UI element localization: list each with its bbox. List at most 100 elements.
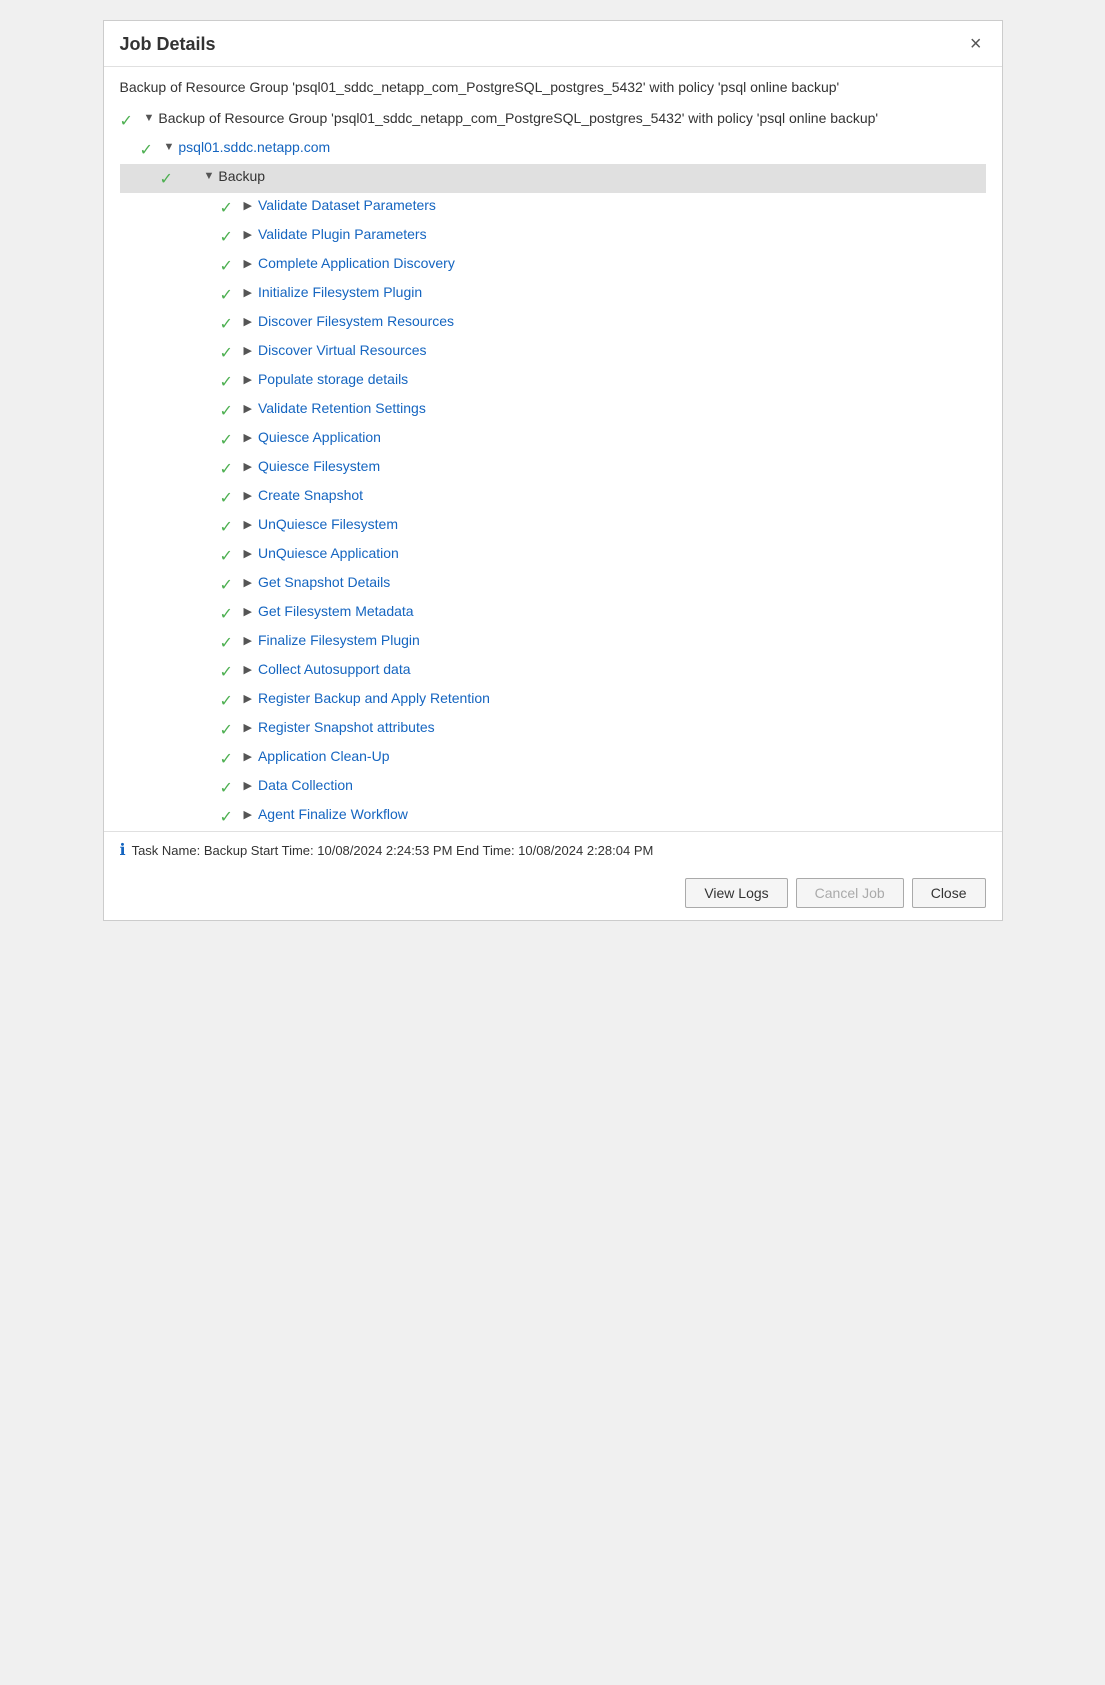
- expand-icon-host[interactable]: ▼: [164, 141, 175, 153]
- expand-icon-task[interactable]: ▶: [244, 257, 252, 270]
- check-icon-task: ✓: [220, 198, 238, 218]
- task-item: ✓▶Populate storage details: [120, 367, 986, 396]
- tree-root: ✓ ▼ Backup of Resource Group 'psql01_sdd…: [120, 106, 986, 135]
- expand-icon-task[interactable]: ▶: [244, 750, 252, 763]
- task-item: ✓ ▶ Finalize Filesystem Plugin: [120, 628, 986, 657]
- check-icon-task: ✓: [220, 227, 238, 247]
- task-label: Data Collection: [258, 777, 353, 793]
- check-icon-task: ✓: [220, 691, 238, 711]
- expand-icon-task[interactable]: ▶: [244, 199, 252, 212]
- check-icon-task: ✓: [220, 314, 238, 334]
- dialog-footer: ℹ Task Name: Backup Start Time: 10/08/20…: [104, 831, 1002, 868]
- expand-icon-root[interactable]: ▼: [144, 112, 155, 124]
- task-label: Discover Virtual Resources: [258, 342, 427, 358]
- expand-icon-task[interactable]: ▶: [244, 286, 252, 299]
- task-item: ✓ ▶ Validate Retention Settings: [120, 396, 986, 425]
- expand-icon-task[interactable]: ▶: [244, 779, 252, 792]
- task-label: Register Backup and Apply Retention: [258, 690, 490, 706]
- check-icon-task: ✓: [220, 256, 238, 276]
- expand-icon-task[interactable]: ▶: [244, 431, 252, 444]
- expand-icon-task[interactable]: ▶: [244, 721, 252, 734]
- task-item: ✓ ▶ Discover Virtual Resources: [120, 338, 986, 367]
- task-label: Validate Dataset Parameters: [258, 197, 436, 213]
- check-icon-task: ✓: [220, 430, 238, 450]
- task-item: ✓▶UnQuiesce Application: [120, 541, 986, 570]
- host-label: psql01.sddc.netapp.com: [178, 139, 330, 155]
- task-item: ✓ ▶ Create Snapshot: [120, 483, 986, 512]
- task-label: Finalize Filesystem Plugin: [258, 632, 420, 648]
- task-label: Collect Autosupport data: [258, 661, 411, 677]
- task-label: Get Snapshot Details: [258, 574, 390, 590]
- check-icon-task: ✓: [220, 459, 238, 479]
- task-item: ✓ ▶ Validate Dataset Parameters: [120, 193, 986, 222]
- expand-icon-task[interactable]: ▶: [244, 489, 252, 502]
- task-label: Create Snapshot: [258, 487, 363, 503]
- check-icon-host: ✓: [140, 140, 158, 160]
- task-label: Register Snapshot attributes: [258, 719, 435, 735]
- check-icon-task: ✓: [220, 488, 238, 508]
- expand-icon-task[interactable]: ▶: [244, 228, 252, 241]
- close-icon-button[interactable]: ×: [966, 33, 986, 56]
- task-item: ✓▶Discover Filesystem Resources: [120, 309, 986, 338]
- task-item: ✓ ▶ Quiesce Filesystem: [120, 454, 986, 483]
- backup-label: Backup: [218, 168, 265, 184]
- check-icon-task: ✓: [220, 575, 238, 595]
- task-item: ✓ ▶ Collect Autosupport data: [120, 657, 986, 686]
- task-item: ✓ ▶ Quiesce Application: [120, 425, 986, 454]
- task-item: ✓▶Validate Plugin Parameters: [120, 222, 986, 251]
- expand-icon-task[interactable]: ▶: [244, 547, 252, 560]
- root-label: Backup of Resource Group 'psql01_sddc_ne…: [158, 110, 878, 126]
- check-icon-task: ✓: [220, 662, 238, 682]
- expand-icon-task[interactable]: ▶: [244, 576, 252, 589]
- task-label: UnQuiesce Application: [258, 545, 399, 561]
- footer-buttons: View Logs Cancel Job Close: [104, 868, 1002, 920]
- check-icon-task: ✓: [220, 604, 238, 624]
- expand-icon-task[interactable]: ▶: [244, 315, 252, 328]
- check-icon-task: ✓: [220, 633, 238, 653]
- check-icon-task: ✓: [220, 807, 238, 827]
- expand-icon-task[interactable]: ▶: [244, 460, 252, 473]
- job-details-dialog: Job Details × Backup of Resource Group '…: [103, 20, 1003, 921]
- task-item: ✓▶Application Clean-Up: [120, 744, 986, 773]
- task-label: Complete Application Discovery: [258, 255, 455, 271]
- expand-icon-task[interactable]: ▶: [244, 692, 252, 705]
- task-item: ✓▶Get Filesystem Metadata: [120, 599, 986, 628]
- cancel-job-button[interactable]: Cancel Job: [796, 878, 904, 908]
- view-logs-button[interactable]: View Logs: [685, 878, 787, 908]
- check-icon-task: ✓: [220, 517, 238, 537]
- expand-icon-task[interactable]: ▶: [244, 663, 252, 676]
- expand-icon-task[interactable]: ▶: [244, 518, 252, 531]
- task-item: ✓ ▶ Complete Application Discovery: [120, 251, 986, 280]
- task-item: ✓ ▶ Agent Finalize Workflow: [120, 802, 986, 831]
- check-icon-task: ✓: [220, 285, 238, 305]
- check-icon-task: ✓: [220, 401, 238, 421]
- task-item: ✓▶UnQuiesce Filesystem: [120, 512, 986, 541]
- check-icon-task: ✓: [220, 343, 238, 363]
- expand-icon-task[interactable]: ▶: [244, 605, 252, 618]
- expand-icon-task[interactable]: ▶: [244, 634, 252, 647]
- tree-host: ✓ ▼ psql01.sddc.netapp.com: [120, 135, 986, 164]
- task-label: Agent Finalize Workflow: [258, 806, 408, 822]
- expand-icon-task[interactable]: ▶: [244, 373, 252, 386]
- expand-icon-task[interactable]: ▶: [244, 402, 252, 415]
- task-label: Quiesce Filesystem: [258, 458, 380, 474]
- check-icon-backup: ✓: [160, 169, 178, 189]
- close-button[interactable]: Close: [912, 878, 986, 908]
- task-item: ✓ ▶ Register Backup and Apply Retention: [120, 686, 986, 715]
- task-label: Quiesce Application: [258, 429, 381, 445]
- dialog-subtitle: Backup of Resource Group 'psql01_sddc_ne…: [104, 67, 1002, 106]
- dialog-body: ✓ ▼ Backup of Resource Group 'psql01_sdd…: [104, 106, 1002, 831]
- dialog-title: Job Details: [120, 34, 216, 55]
- task-item: ✓ ▶ Register Snapshot attributes: [120, 715, 986, 744]
- task-label: Validate Retention Settings: [258, 400, 426, 416]
- check-icon-task: ✓: [220, 749, 238, 769]
- footer-info: ℹ Task Name: Backup Start Time: 10/08/20…: [120, 840, 986, 860]
- expand-icon-task[interactable]: ▶: [244, 344, 252, 357]
- dialog-header: Job Details ×: [104, 21, 1002, 67]
- task-item: ✓ ▶ Data Collection: [120, 773, 986, 802]
- check-icon-task: ✓: [220, 778, 238, 798]
- expand-icon-backup[interactable]: ▼: [204, 170, 215, 182]
- check-icon-task: ✓: [220, 720, 238, 740]
- expand-icon-task[interactable]: ▶: [244, 808, 252, 821]
- task-item: ✓ ▶ Get Snapshot Details: [120, 570, 986, 599]
